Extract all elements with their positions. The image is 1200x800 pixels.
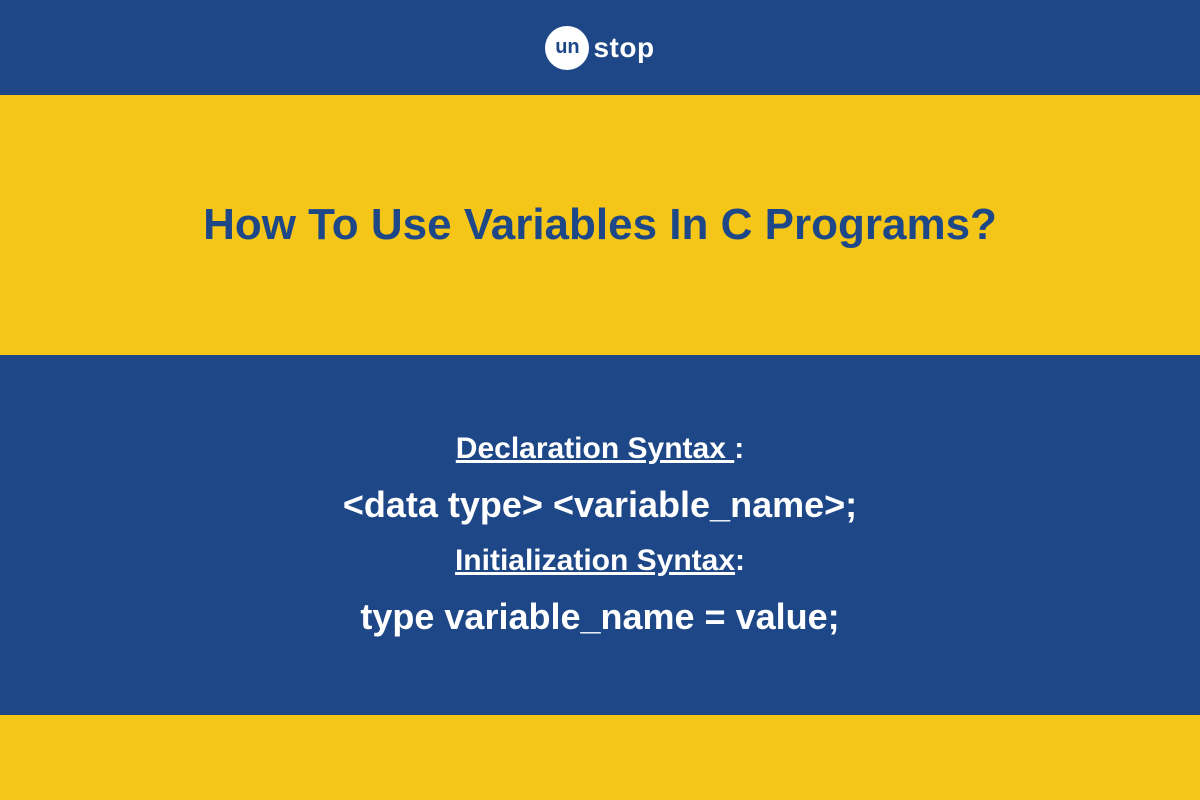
logo-circle-icon: un <box>545 26 589 70</box>
declaration-code: <data type> <variable_name>; <box>343 484 857 526</box>
logo-suffix-text: stop <box>593 32 654 64</box>
brand-logo: un stop <box>545 26 654 70</box>
declaration-label-text: Declaration Syntax <box>456 432 734 465</box>
declaration-label: Declaration Syntax : <box>456 432 744 466</box>
header-bar: un stop <box>0 0 1200 95</box>
footer-bar <box>0 715 1200 800</box>
logo-circle-text: un <box>555 36 579 59</box>
initialization-label: Initialization Syntax: <box>455 544 745 578</box>
title-section: How To Use Variables In C Programs? <box>0 95 1200 355</box>
initialization-colon: : <box>735 544 745 577</box>
page-title: How To Use Variables In C Programs? <box>203 196 997 253</box>
initialization-code: type variable_name = value; <box>360 596 839 638</box>
initialization-label-text: Initialization Syntax <box>455 544 735 577</box>
declaration-colon: : <box>734 432 744 465</box>
content-section: Declaration Syntax : <data type> <variab… <box>0 355 1200 715</box>
